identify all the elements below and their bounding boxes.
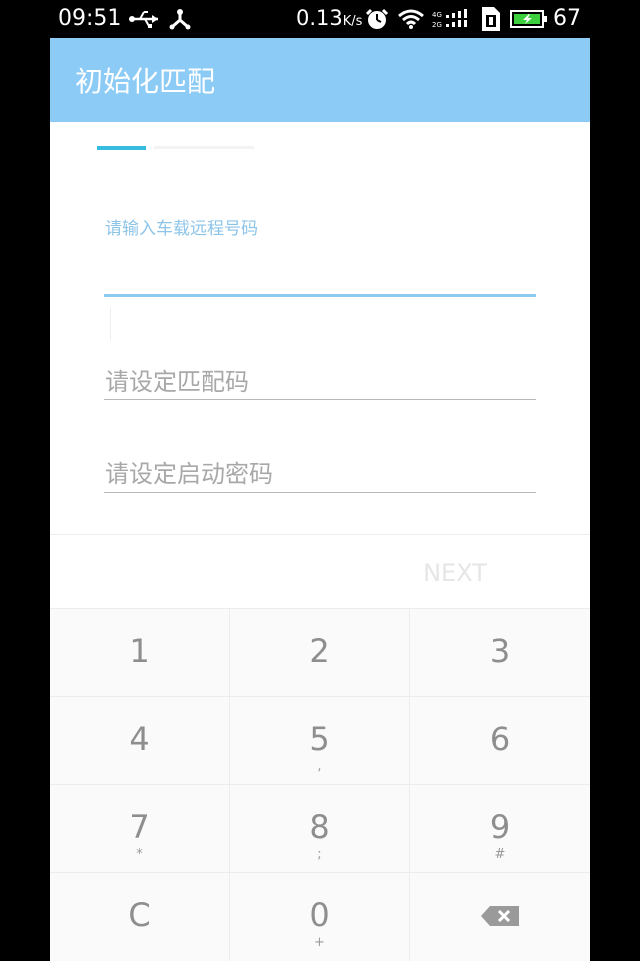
- usb-debug-icon: [169, 9, 191, 30]
- svg-text:2G: 2G: [432, 21, 442, 29]
- remote-number-underline: [104, 294, 536, 297]
- key-label: 9: [489, 808, 511, 846]
- key-label: 4: [129, 720, 150, 758]
- key-sub-label: ;: [317, 847, 322, 862]
- battery-level: 67: [553, 6, 581, 31]
- key-1[interactable]: 1: [50, 609, 230, 697]
- network-speed: 0.13K/s: [296, 6, 363, 30]
- key-2[interactable]: 2: [230, 609, 410, 697]
- next-button[interactable]: NEXT: [400, 556, 510, 590]
- key-clear[interactable]: C: [50, 873, 230, 961]
- backspace-icon: [481, 906, 519, 926]
- key-sub-label: *: [136, 847, 143, 862]
- key-9[interactable]: 9 #: [410, 785, 590, 873]
- battery-charging-icon: [510, 10, 547, 28]
- status-time: 09:51: [58, 6, 122, 31]
- pairing-code-underline: [104, 399, 536, 400]
- step-indicator: [154, 146, 254, 149]
- key-6[interactable]: 6: [410, 697, 590, 785]
- key-label: 3: [489, 632, 511, 670]
- pairing-code-input[interactable]: 请设定匹配码: [105, 362, 249, 397]
- key-label: C: [128, 896, 151, 934]
- key-label: 2: [309, 632, 330, 670]
- start-password-input[interactable]: 请设定启动密码: [105, 454, 273, 489]
- start-password-underline: [104, 492, 536, 493]
- key-backspace[interactable]: [410, 873, 590, 961]
- key-label: 0: [309, 896, 330, 934]
- step-indicator-active: [97, 146, 146, 150]
- wifi-icon: [398, 9, 424, 29]
- key-label: 7: [129, 808, 150, 846]
- key-5[interactable]: 5 ,: [230, 697, 410, 785]
- key-sub-label: #: [494, 847, 506, 862]
- key-label: 1: [129, 632, 150, 670]
- numeric-keypad: 1 2 3 4 5 , 6 7 * 8 ; 9 # C 0 +: [50, 608, 590, 961]
- sim-icon: [482, 7, 500, 31]
- dialog-title: 初始化匹配: [75, 65, 216, 98]
- key-3[interactable]: 3: [410, 609, 590, 697]
- usb-icon: [129, 11, 158, 28]
- dialog-title-bar: 初始化匹配: [50, 38, 590, 122]
- key-label: 6: [489, 720, 511, 758]
- alarm-icon: [365, 8, 389, 29]
- svg-text:4G: 4G: [432, 11, 442, 19]
- status-bar: 09:51 0.13K/s 4G 2G 67: [0, 0, 640, 38]
- button-bar-divider: [50, 534, 590, 535]
- signal-icon: 4G 2G: [432, 9, 467, 29]
- key-8[interactable]: 8 ;: [230, 785, 410, 873]
- key-sub-label: ,: [317, 759, 322, 774]
- remote-number-hint: 请输入车载远程号码: [105, 219, 258, 239]
- key-label: 5: [309, 720, 330, 758]
- key-4[interactable]: 4: [50, 697, 230, 785]
- text-cursor: [110, 308, 111, 340]
- key-0[interactable]: 0 +: [230, 873, 410, 961]
- key-sub-label: +: [314, 935, 325, 950]
- key-label: 8: [309, 808, 330, 846]
- key-7[interactable]: 7 *: [50, 785, 230, 873]
